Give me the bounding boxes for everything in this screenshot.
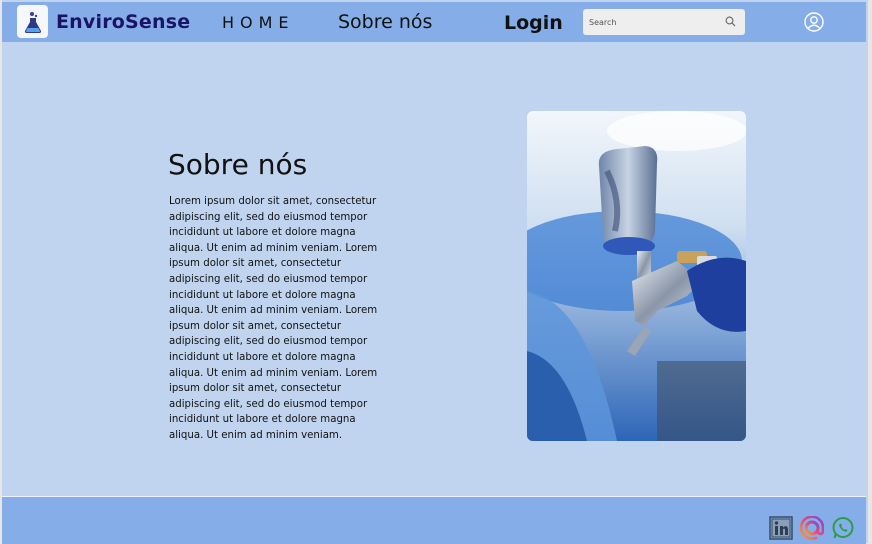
logo[interactable] [17, 5, 48, 38]
flask-logo-icon [24, 11, 41, 33]
footer-bar [2, 496, 866, 544]
nav-login[interactable]: Login [504, 12, 563, 34]
linkedin-icon[interactable] [769, 516, 793, 540]
page-title: Sobre nós [168, 148, 308, 181]
search-icon[interactable] [725, 16, 736, 27]
brand-name[interactable]: EnviroSense [56, 11, 190, 33]
search-box [583, 9, 745, 35]
search-input[interactable] [589, 9, 719, 35]
nav-home[interactable]: HOME [222, 13, 295, 32]
user-icon[interactable] [804, 12, 824, 32]
header-bar: EnviroSense HOME Sobre nós Login [2, 2, 866, 42]
spray-gun-photo [527, 111, 746, 441]
about-paragraph: Lorem ipsum dolor sit amet, consectetur … [169, 196, 378, 441]
whatsapp-icon[interactable] [831, 516, 855, 540]
instagram-threads-icon[interactable] [800, 516, 824, 540]
nav-about[interactable]: Sobre nós [338, 11, 432, 33]
